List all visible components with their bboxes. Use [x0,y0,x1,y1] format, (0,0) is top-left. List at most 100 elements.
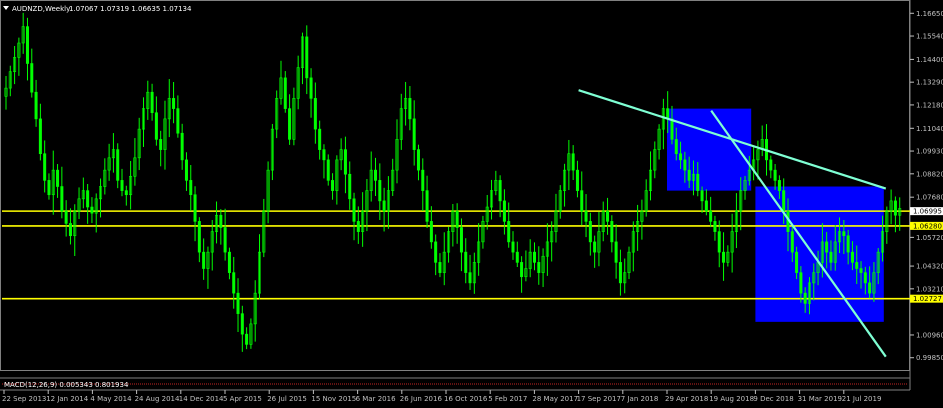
candle-body [717,231,721,253]
date-label: 7 Jan 2018 [621,395,659,403]
macd-label: MACD(12,26,9) 0.005343 0.801934 [4,381,129,389]
candle-body [313,98,317,130]
price-label: 1.09930 [916,148,943,156]
date-label: 26 Jul 2015 [267,395,307,403]
candle-body [532,251,536,263]
date-label: 28 May 2017 [532,395,578,403]
candle-body [429,221,433,243]
candle-body [283,77,287,109]
candle-body [408,98,412,120]
date-label: 5 Apr 2015 [223,395,262,403]
candle-body [425,190,429,222]
candle-body [223,227,227,253]
candle-body [227,251,231,273]
candle-body [56,169,60,187]
candle-body [455,210,459,228]
candle-body [309,77,313,99]
candle-body [459,227,463,253]
price-label: 1.15540 [916,33,943,41]
candle-body [782,190,786,212]
candle-body [498,180,502,202]
candle-body [584,210,588,222]
candle-body [790,231,794,253]
price-label: 1.05720 [916,234,943,242]
candle-body [571,153,575,171]
date-label: 9 Dec 2018 [753,395,793,403]
candle-body [511,241,515,253]
candle-body [378,180,382,202]
candle-body [193,194,197,222]
candle-body [438,262,442,273]
date-label: 22 Sep 2013 [2,395,46,403]
price-label: 1.16650 [916,10,943,18]
candle-body [502,200,506,222]
candle-body [240,313,244,335]
price-label: 1.00960 [916,331,943,339]
candle-body [507,221,511,243]
chart-symbol: AUDNZD,Weekly [12,5,70,13]
chart-ohlc: 1.07067 1.07319 1.06635 1.07134 [69,5,192,13]
date-label: 14 Dec 2014 [179,395,224,403]
level-tag-2: 1.02727 [913,295,942,303]
candle-body [382,200,386,212]
candle-body [842,231,846,237]
date-label: 5 Feb 2017 [488,395,527,403]
candle-body [722,251,726,263]
candle-body [773,169,777,181]
candle-body [593,241,597,253]
date-label: 26 Jun 2016 [400,395,443,403]
candle-body [575,169,579,191]
candle-body [713,221,717,232]
candle-body [537,262,541,273]
candle-body [180,132,184,161]
candle-body [25,26,29,64]
candle-body [86,190,90,208]
candle-body [893,200,897,216]
candle-body [610,221,614,243]
candle-body [197,221,201,253]
date-label: 6 Mar 2016 [356,395,396,403]
date-label: 17 Sep 2017 [577,395,621,403]
zone-1 [755,186,884,322]
candle-body [60,186,64,212]
candle-body [64,210,68,224]
candle-body [68,223,72,237]
candle-body [679,153,683,161]
candle-body [850,251,854,263]
candle-body [416,149,420,171]
chart-menu-icon[interactable] [3,6,9,10]
candle-body [232,272,236,294]
candle-body [176,108,180,134]
candle-body [588,221,592,243]
price-chart[interactable]: 1.16650 1.15540 1.14400 1.13290 1.12180 1.110… [0,0,943,404]
chart-canvas[interactable]: 1.16650 1.15540 1.14400 1.13290 1.12180 1.110… [0,0,943,404]
price-label: 1.12180 [916,101,943,109]
date-label: 24 Aug 2014 [135,395,180,403]
price-label: 1.07680 [916,194,943,202]
date-label: 31 Mar 2019 [798,395,842,403]
candle-body [43,153,47,181]
candle-body [412,118,416,150]
candle-body [520,262,524,278]
date-label: 12 Jan 2014 [46,395,89,403]
candle-body [124,190,128,196]
candle-body [352,198,356,222]
date-axis: 22 Sep 2013 12 Jan 2014 4 May 2014 24 Aug 2… [2,390,881,403]
price-axis: 1.16650 1.15540 1.14400 1.13290 1.12180 1.110… [910,10,943,362]
candle-body [700,190,704,202]
candle-body [434,241,438,263]
candle-body [322,149,326,161]
candle-body [468,272,472,284]
date-label: 21 Jul 2019 [842,395,882,403]
candle-body [30,63,34,93]
candle-body [38,118,42,155]
candle-body [236,292,240,314]
candle-body [829,251,833,263]
price-label: 1.13290 [916,79,943,87]
price-label: 1.04320 [916,263,943,271]
candle-body [670,118,674,140]
candle-body [116,149,120,181]
candle-body [202,251,206,269]
candle-body [859,268,863,273]
candle-body [219,214,223,228]
